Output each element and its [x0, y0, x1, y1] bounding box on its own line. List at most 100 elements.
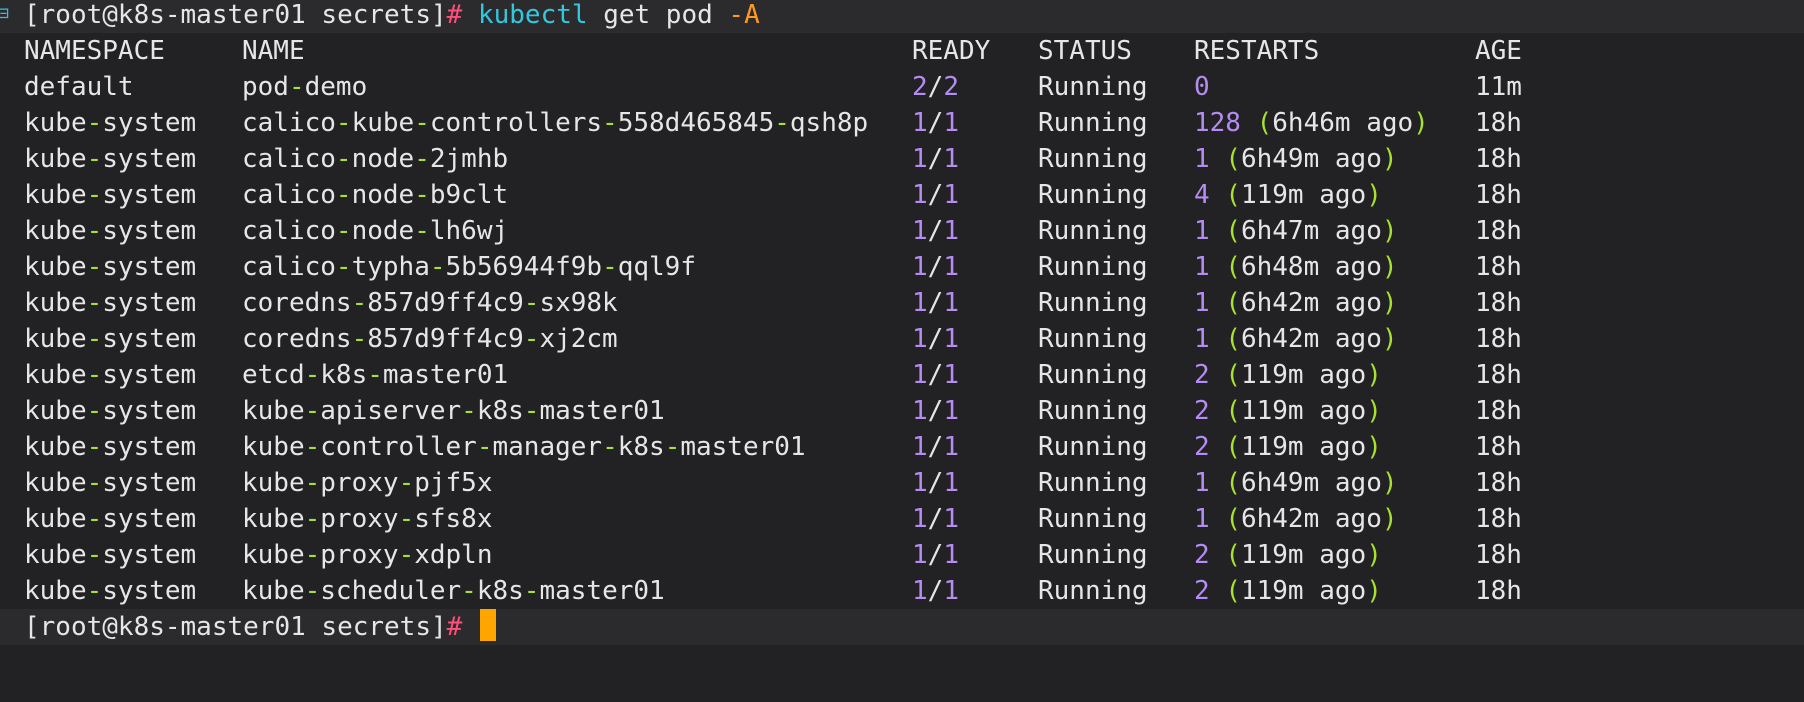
cell-age: 18h: [1475, 144, 1522, 174]
cell-status: Running: [1038, 396, 1148, 426]
cell-ready: 1/1: [912, 324, 959, 354]
header-restarts: RESTARTS: [1194, 36, 1320, 66]
cell-age: 11m: [1475, 72, 1522, 102]
cell-age: 18h: [1475, 108, 1522, 138]
cell-name: etcd-k8s-master01: [242, 360, 509, 390]
cell-ready: 2/2: [912, 72, 959, 102]
table-row: kube-system coredns-857d9ff4c9-sx98k 1/1 Ru…: [0, 285, 1804, 321]
cell-namespace: kube-system: [24, 144, 197, 174]
cell-age: 18h: [1475, 576, 1522, 606]
prompt-user-host: [root@k8s-master01 secrets]: [24, 0, 447, 30]
cell-name: kube-apiserver-k8s-master01: [242, 396, 665, 426]
cell-ready: 1/1: [912, 576, 959, 606]
cell-status: Running: [1038, 432, 1148, 462]
shell-prompt: [root@k8s-master01 secrets]#: [24, 609, 496, 645]
cell-status: Running: [1038, 252, 1148, 282]
cell-age: 18h: [1475, 432, 1522, 462]
table-row: kube-system coredns-857d9ff4c9-xj2cm 1/1 Ru…: [0, 321, 1804, 357]
header-status: STATUS: [1038, 36, 1132, 66]
cell-status: Running: [1038, 540, 1148, 570]
cell-restarts: 4 (119m ago): [1194, 180, 1382, 210]
cell-ready: 1/1: [912, 360, 959, 390]
header-ready: READY: [912, 36, 991, 66]
cell-restarts: 2 (119m ago): [1194, 576, 1382, 606]
cell-status: Running: [1038, 180, 1148, 210]
cell-namespace: kube-system: [24, 576, 197, 606]
prompt-user-host: [root@k8s-master01 secrets]: [24, 612, 447, 642]
table-row: kube-system kube-apiserver-k8s-master01 1/…: [0, 393, 1804, 429]
cell-restarts: 128 (6h46m ago): [1194, 108, 1429, 138]
table-row: kube-system calico-node-lh6wj 1/1 Running 1 …: [0, 213, 1804, 249]
cell-status: Running: [1038, 504, 1148, 534]
cell-status: Running: [1038, 576, 1148, 606]
prompt-symbol: #: [446, 0, 463, 30]
table-row: kube-system calico-typha-5b56944f9b-qql9f…: [0, 249, 1804, 285]
cell-status: Running: [1038, 216, 1148, 246]
table-row: kube-system kube-scheduler-k8s-master01 1/…: [0, 573, 1804, 609]
terminal-window[interactable]: ⊟ [root@k8s-master01 secrets]# kubectl g…: [0, 0, 1804, 702]
text-cursor: [479, 609, 496, 641]
table-header: NAMESPACE NAME READY STATUS RESTARTS AGE: [0, 33, 1804, 69]
command-prompt: [root@k8s-master01 secrets]# kubectl get…: [24, 0, 760, 33]
cell-ready: 1/1: [912, 432, 959, 462]
cell-name: kube-controller-manager-k8s-master01: [242, 432, 806, 462]
cell-name: calico-node-2jmhb: [242, 144, 509, 174]
cell-ready: 1/1: [912, 108, 959, 138]
command-flag: -A: [728, 0, 760, 30]
prompt-line[interactable]: [root@k8s-master01 secrets]#: [0, 609, 1804, 645]
cell-restarts: 1 (6h48m ago): [1194, 252, 1398, 282]
cell-namespace: kube-system: [24, 180, 197, 210]
cell-ready: 1/1: [912, 288, 959, 318]
cell-status: Running: [1038, 360, 1148, 390]
cell-restarts: 1 (6h47m ago): [1194, 216, 1398, 246]
command-args: get pod: [603, 0, 713, 30]
cell-name: calico-kube-controllers-558d465845-qsh8p: [242, 108, 869, 138]
cell-namespace: kube-system: [24, 360, 197, 390]
cell-status: Running: [1038, 468, 1148, 498]
cell-age: 18h: [1475, 180, 1522, 210]
table-row: kube-system kube-proxy-pjf5x 1/1 Running 1 (…: [0, 465, 1804, 501]
table-row: default pod-demo 2/2 Running 0 11m: [0, 69, 1804, 105]
cell-name: pod-demo: [242, 72, 368, 102]
table-row: kube-system etcd-k8s-master01 1/1 Running 2 …: [0, 357, 1804, 393]
cell-name: kube-scheduler-k8s-master01: [242, 576, 665, 606]
cell-ready: 1/1: [912, 180, 959, 210]
cell-ready: 1/1: [912, 252, 959, 282]
cell-name: calico-typha-5b56944f9b-qql9f: [242, 252, 696, 282]
cell-age: 18h: [1475, 468, 1522, 498]
header-name: NAME: [242, 36, 305, 66]
table-row: kube-system kube-proxy-sfs8x 1/1 Running 1 (…: [0, 501, 1804, 537]
cell-namespace: kube-system: [24, 216, 197, 246]
cell-name: kube-proxy-sfs8x: [242, 504, 493, 534]
cell-restarts: 0: [1194, 72, 1210, 102]
cell-restarts: 2 (119m ago): [1194, 540, 1382, 570]
cell-status: Running: [1038, 108, 1148, 138]
cell-status: Running: [1038, 144, 1148, 174]
table-row: kube-system calico-kube-controllers-558d4…: [0, 105, 1804, 141]
cell-namespace: kube-system: [24, 108, 197, 138]
cell-restarts: 2 (119m ago): [1194, 396, 1382, 426]
cell-namespace: kube-system: [24, 504, 197, 534]
header-namespace: NAMESPACE: [24, 36, 165, 66]
header-age: AGE: [1475, 36, 1522, 66]
cell-ready: 1/1: [912, 144, 959, 174]
cell-name: calico-node-b9clt: [242, 180, 509, 210]
cell-restarts: 1 (6h42m ago): [1194, 288, 1398, 318]
cell-age: 18h: [1475, 288, 1522, 318]
cell-namespace: kube-system: [24, 396, 197, 426]
cell-age: 18h: [1475, 360, 1522, 390]
cell-ready: 1/1: [912, 504, 959, 534]
table-row: kube-system calico-node-2jmhb 1/1 Running 1 …: [0, 141, 1804, 177]
cell-namespace: kube-system: [24, 432, 197, 462]
cell-name: kube-proxy-pjf5x: [242, 468, 493, 498]
cell-namespace: default: [24, 72, 134, 102]
cell-name: calico-node-lh6wj: [242, 216, 509, 246]
table-row: kube-system kube-proxy-xdpln 1/1 Running 2 (…: [0, 537, 1804, 573]
cell-namespace: kube-system: [24, 324, 197, 354]
cell-name: coredns-857d9ff4c9-sx98k: [242, 288, 618, 318]
table-row: kube-system calico-node-b9clt 1/1 Running 4 …: [0, 177, 1804, 213]
cell-age: 18h: [1475, 504, 1522, 534]
cell-age: 18h: [1475, 252, 1522, 282]
prompt-symbol: #: [446, 612, 463, 642]
command-name: kubectl: [477, 0, 588, 30]
